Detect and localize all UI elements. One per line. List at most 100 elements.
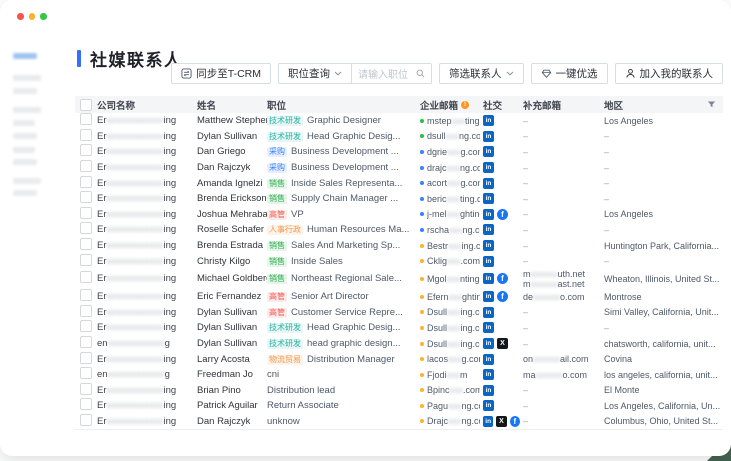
facebook-icon[interactable]: f bbox=[497, 209, 508, 220]
linkedin-icon[interactable]: in bbox=[483, 369, 494, 380]
column-header-region: 地区 bbox=[604, 98, 623, 112]
row-checkbox[interactable] bbox=[80, 238, 92, 250]
email-status-dot bbox=[420, 277, 424, 281]
contact-name: Roselle Schafer bbox=[197, 224, 267, 235]
email-address-visible-start: Dsull bbox=[427, 323, 447, 333]
linkedin-icon[interactable]: in bbox=[483, 385, 494, 396]
row-checkbox[interactable] bbox=[80, 305, 92, 317]
sidebar-item-4[interactable] bbox=[13, 120, 35, 126]
email-status-dot bbox=[420, 134, 424, 138]
table-row: ErxxxxxxxxxxxxingMichael Goldberg销售North… bbox=[75, 269, 723, 289]
row-checkbox[interactable] bbox=[80, 367, 92, 379]
facebook-icon[interactable]: f bbox=[497, 291, 508, 302]
company-name-visible-start: Er bbox=[97, 273, 107, 284]
region-cell: Covina bbox=[604, 354, 723, 364]
linkedin-icon[interactable]: in bbox=[483, 416, 493, 427]
row-checkbox[interactable] bbox=[80, 176, 92, 188]
company-name: Erxxxxxxxxxxxxing bbox=[97, 256, 197, 267]
select-all-checkbox[interactable] bbox=[80, 99, 92, 111]
row-checkbox-cell bbox=[75, 129, 97, 144]
row-checkbox[interactable] bbox=[80, 254, 92, 266]
department-tag: 销售 bbox=[267, 257, 287, 267]
x-icon[interactable]: X bbox=[497, 338, 508, 349]
position-search-input[interactable]: 请输入职位 bbox=[352, 63, 432, 84]
region-cell: – bbox=[604, 323, 723, 333]
region-filter-icon[interactable] bbox=[707, 100, 716, 109]
linkedin-icon[interactable]: in bbox=[483, 146, 494, 157]
linkedin-icon[interactable]: in bbox=[483, 178, 494, 189]
sidebar-item-6[interactable] bbox=[13, 147, 35, 153]
page-title-block: 社媒联系人 bbox=[77, 46, 183, 71]
sidebar-item-9[interactable] bbox=[13, 190, 37, 196]
add-to-my-contacts-button[interactable]: 加入我的联系人 bbox=[615, 63, 724, 84]
sidebar-item-0[interactable] bbox=[13, 53, 37, 59]
linkedin-icon[interactable]: in bbox=[483, 115, 494, 126]
company-name: Erxxxxxxxxxxxxing bbox=[97, 178, 197, 189]
sync-to-crm-button[interactable]: 同步至T-CRM bbox=[171, 63, 271, 84]
sidebar-item-8[interactable] bbox=[13, 178, 41, 184]
job-title: head graphic design... bbox=[307, 338, 400, 349]
table-row: ErxxxxxxxxxxxxingLarry Acosta物流贸易Distrib… bbox=[75, 351, 723, 367]
one-click-select-button[interactable]: 一键优选 bbox=[531, 63, 608, 84]
sidebar-item-5[interactable] bbox=[13, 133, 37, 139]
sidebar-item-7[interactable] bbox=[13, 159, 37, 165]
row-checkbox[interactable] bbox=[80, 144, 92, 156]
linkedin-icon[interactable]: in bbox=[483, 209, 494, 220]
add-to-my-contacts-label: 加入我的联系人 bbox=[640, 66, 714, 81]
row-checkbox[interactable] bbox=[80, 414, 92, 426]
row-checkbox[interactable] bbox=[80, 398, 92, 410]
linkedin-icon[interactable]: in bbox=[483, 256, 494, 267]
one-click-select-label: 一键优选 bbox=[556, 66, 598, 81]
filter-contacts-dropdown[interactable]: 筛选联系人 bbox=[439, 63, 524, 84]
linkedin-icon[interactable]: in bbox=[483, 131, 494, 142]
row-checkbox[interactable] bbox=[80, 320, 92, 332]
supp-email-empty: – bbox=[523, 323, 528, 333]
supp-email: mxxxxxxast.net bbox=[523, 279, 604, 289]
zoom-window-button[interactable] bbox=[40, 13, 47, 20]
row-checkbox[interactable] bbox=[80, 129, 92, 141]
row-checkbox[interactable] bbox=[80, 352, 92, 364]
position-query-dropdown[interactable]: 职位查询 bbox=[278, 63, 352, 84]
email-address-redacted: xxx bbox=[448, 354, 462, 364]
row-checkbox[interactable] bbox=[80, 383, 92, 395]
linkedin-icon[interactable]: in bbox=[483, 240, 494, 251]
email-status-dot bbox=[420, 326, 424, 330]
company-name: Erxxxxxxxxxxxxing bbox=[97, 291, 197, 302]
x-icon[interactable]: X bbox=[496, 416, 506, 427]
supp-email-visible-start: ma bbox=[523, 370, 536, 380]
supp-email-visible-start: m bbox=[523, 279, 531, 289]
minimize-window-button[interactable] bbox=[29, 13, 36, 20]
facebook-icon[interactable]: f bbox=[497, 273, 508, 284]
row-checkbox[interactable] bbox=[80, 113, 92, 125]
row-checkbox[interactable] bbox=[80, 207, 92, 219]
region-cell: – bbox=[604, 225, 723, 235]
linkedin-icon[interactable]: in bbox=[483, 224, 494, 235]
row-checkbox[interactable] bbox=[80, 336, 92, 348]
contact-name: Larry Acosta bbox=[197, 354, 267, 365]
row-checkbox[interactable] bbox=[80, 160, 92, 172]
supp-email-empty: – bbox=[523, 131, 528, 141]
linkedin-icon[interactable]: in bbox=[483, 162, 494, 173]
facebook-icon[interactable]: f bbox=[510, 416, 520, 427]
company-name-visible-end: g bbox=[165, 338, 170, 349]
linkedin-icon[interactable]: in bbox=[483, 193, 494, 204]
linkedin-icon[interactable]: in bbox=[483, 354, 494, 365]
row-checkbox[interactable] bbox=[80, 271, 92, 283]
supp-email-redacted: xxxxxx bbox=[531, 279, 558, 289]
linkedin-icon[interactable]: in bbox=[483, 338, 494, 349]
row-checkbox[interactable] bbox=[80, 289, 92, 301]
email-info-badge-icon[interactable]: ! bbox=[461, 101, 469, 109]
company-name-visible-end: ing bbox=[164, 273, 177, 284]
close-window-button[interactable] bbox=[17, 13, 24, 20]
linkedin-icon[interactable]: in bbox=[483, 291, 494, 302]
row-checkbox[interactable] bbox=[80, 191, 92, 203]
sidebar-item-3[interactable] bbox=[13, 107, 41, 113]
sidebar-item-1[interactable] bbox=[13, 75, 41, 81]
row-checkbox[interactable] bbox=[80, 222, 92, 234]
linkedin-icon[interactable]: in bbox=[483, 322, 494, 333]
linkedin-icon[interactable]: in bbox=[483, 400, 494, 411]
supp-email-empty: – bbox=[523, 307, 528, 317]
linkedin-icon[interactable]: in bbox=[483, 307, 494, 318]
sidebar-item-2[interactable] bbox=[13, 88, 37, 94]
linkedin-icon[interactable]: in bbox=[483, 273, 494, 284]
